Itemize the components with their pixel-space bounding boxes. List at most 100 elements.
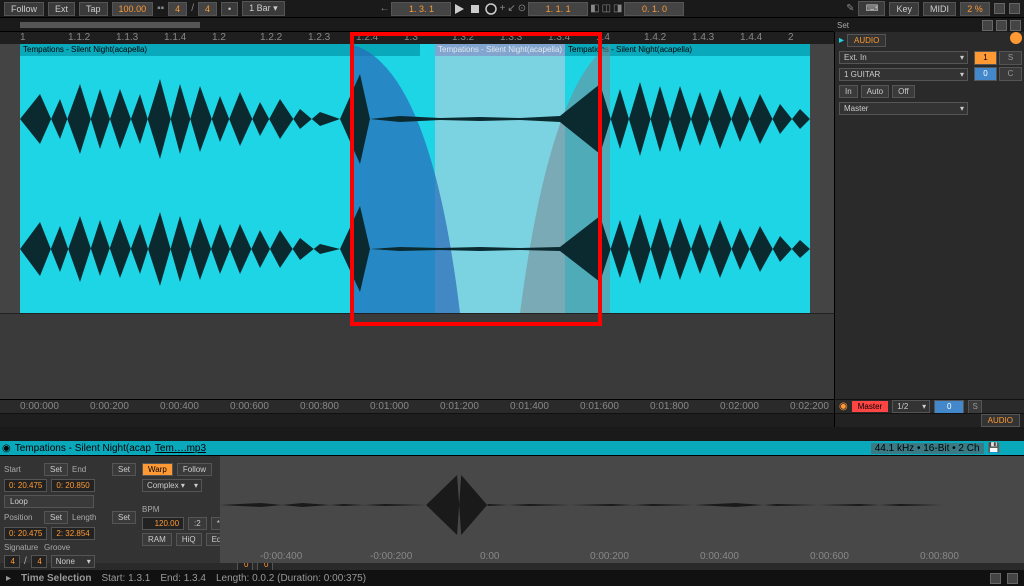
play-icon[interactable]: [453, 3, 465, 15]
nudge-down-icon[interactable]: ▪▪: [157, 3, 164, 14]
loop-toggle-icon[interactable]: ◫: [602, 3, 611, 14]
footer-strip: AUDIO: [835, 413, 1024, 427]
groove-dropdown[interactable]: None: [51, 555, 95, 568]
sample-waveform: [220, 470, 1024, 540]
track-play-icon[interactable]: ▸: [839, 35, 844, 46]
half-tempo-button[interactable]: :2: [188, 517, 207, 530]
arrangement-timeline[interactable]: 1 1.1.2 1.1.3 1.1.4 1.2 1.2.2 1.2.3 1.2.…: [0, 32, 834, 427]
loop-toggle[interactable]: Loop: [4, 495, 94, 508]
status-label: Time Selection: [21, 573, 91, 584]
ext-button[interactable]: Ext: [48, 2, 75, 16]
signature-label: Signature: [4, 543, 40, 552]
clip-detail-view: StartSetEndSet 0: 20.4750: 20.850 Loop P…: [0, 455, 1024, 563]
follow-button[interactable]: Follow: [4, 2, 44, 16]
end-set-button[interactable]: Set: [112, 463, 136, 476]
len-set-button[interactable]: Set: [112, 511, 136, 524]
clip-save-icon[interactable]: 💾: [988, 443, 1000, 454]
track-activator[interactable]: 1: [974, 51, 997, 65]
metronome-toggle[interactable]: •: [221, 2, 238, 16]
clip-file-link[interactable]: Tem….mp3: [155, 443, 206, 454]
master-output-dropdown[interactable]: 1/2: [892, 400, 930, 413]
monitor-off-button[interactable]: Off: [892, 85, 915, 98]
bar-ruler[interactable]: [0, 18, 834, 31]
start-set-button[interactable]: Set: [44, 463, 68, 476]
monitor-in-button[interactable]: In: [839, 85, 858, 98]
sig-denominator[interactable]: 4: [198, 2, 217, 16]
cpu-meter: 2 %: [960, 2, 990, 16]
sample-editor[interactable]: -0:00:400 -0:00:200 0:00 0:00:200 0:00:4…: [220, 456, 1024, 563]
reenable-auto-icon[interactable]: ⊙: [518, 3, 526, 14]
record-icon[interactable]: [485, 3, 497, 15]
master-volume[interactable]: 0: [934, 400, 964, 414]
automation-arm-icon[interactable]: ↙: [507, 3, 515, 14]
detail-view-divider[interactable]: [0, 427, 1024, 441]
clip-detail-name[interactable]: Tempations - Silent Night(acap: [15, 443, 151, 454]
waveform-channel-left: [0, 64, 810, 174]
bpm-label: BPM: [142, 505, 178, 514]
end-value[interactable]: 0: 20.850: [51, 479, 94, 492]
track-header-panel: ▸ AUDIO Ext. In 1 GUITAR In Auto Off Mas…: [834, 32, 1024, 427]
sig-den-value[interactable]: 4: [31, 555, 47, 568]
loop-position[interactable]: 1. 1. 1: [528, 2, 588, 16]
position-label: Position: [4, 513, 40, 522]
clip-audio-meta: 44.1 kHz • 16-Bit • 2 Ch: [871, 443, 984, 454]
hiq-toggle[interactable]: HiQ: [176, 533, 202, 546]
audio-track-lane[interactable]: Tempations - Silent Night(acapella) Temp…: [0, 44, 834, 314]
io-section-toggle-icon[interactable]: [982, 20, 993, 31]
loop-length[interactable]: 0. 1. 0: [624, 2, 684, 16]
solo-cue-button[interactable]: S: [968, 400, 982, 414]
monitor-auto-button[interactable]: Auto: [861, 85, 889, 98]
key-map-button[interactable]: Key: [889, 2, 919, 16]
arrangement-ruler-row: Set: [0, 18, 1024, 32]
start-value[interactable]: 0: 20.475: [4, 479, 47, 492]
sends-section-toggle-icon[interactable]: [996, 20, 1007, 31]
waveform-channel-right: [0, 194, 810, 304]
status-start: Start: 1.3.1: [101, 573, 150, 584]
punch-out-icon[interactable]: ◨: [613, 3, 622, 14]
track-title[interactable]: AUDIO: [847, 34, 886, 47]
overdub-icon[interactable]: +: [499, 3, 505, 14]
punch-in-icon[interactable]: ◧: [590, 3, 599, 14]
pos-set-button[interactable]: Set: [44, 511, 68, 524]
sample-time-ruler[interactable]: -0:00:400 -0:00:200 0:00 0:00:200 0:00:4…: [220, 551, 1024, 563]
master-stop-icon[interactable]: ◉: [839, 401, 848, 412]
time-ruler[interactable]: 0:00:000 0:00:200 0:00:400 0:00:600 0:00…: [0, 399, 834, 413]
clip-detail-play-icon[interactable]: ◉: [2, 443, 11, 454]
overview-scrollbar[interactable]: [20, 22, 200, 28]
midi-io-indicator: [1009, 3, 1020, 14]
solo-button[interactable]: S: [999, 51, 1022, 65]
sig-numerator[interactable]: 4: [168, 2, 187, 16]
tempo-field[interactable]: 100.00: [112, 2, 154, 16]
midi-map-button[interactable]: MIDI: [923, 2, 956, 16]
input-channel-dropdown[interactable]: 1 GUITAR: [839, 68, 968, 81]
set-header: Set: [834, 18, 1024, 32]
mixer-section-toggle-icon[interactable]: [1010, 20, 1021, 31]
output-dropdown[interactable]: Master: [839, 102, 968, 115]
top-toolbar: Follow Ext Tap 100.00 ▪▪ 4 / 4 • 1 Bar ▾…: [0, 0, 1024, 18]
quantize-menu[interactable]: 1 Bar ▾: [242, 1, 285, 16]
hdd-overload-icon: [994, 3, 1005, 14]
sig-num-value[interactable]: 4: [4, 555, 20, 568]
ram-toggle[interactable]: RAM: [142, 533, 172, 546]
tap-button[interactable]: Tap: [79, 2, 108, 16]
computer-midi-icon[interactable]: ⌨: [858, 1, 885, 16]
master-label[interactable]: Master: [852, 401, 888, 412]
bpm-value[interactable]: 120.00: [142, 517, 184, 530]
crossfade-button[interactable]: C: [999, 67, 1022, 81]
start-label: Start: [4, 465, 40, 474]
midi-indicator-icon: [990, 573, 1001, 584]
arm-button[interactable]: 0: [974, 67, 997, 81]
stop-icon[interactable]: [469, 3, 481, 15]
input-type-dropdown[interactable]: Ext. In: [839, 51, 968, 64]
follow-toggle[interactable]: Follow: [177, 463, 212, 476]
session-view-icon[interactable]: [1010, 32, 1022, 44]
position-value[interactable]: 0: 20.475: [4, 527, 47, 540]
length-value[interactable]: 2: 32.854: [51, 527, 94, 540]
detail-toggle-icon[interactable]: ▸: [6, 573, 11, 584]
beat-ruler[interactable]: 1 1.1.2 1.1.3 1.1.4 1.2 1.2.2 1.2.3 1.2.…: [0, 32, 834, 44]
warp-toggle[interactable]: Warp: [142, 463, 173, 476]
draw-mode-icon[interactable]: ✎: [846, 3, 854, 14]
warp-mode-dropdown[interactable]: Complex ▾: [142, 479, 202, 492]
transport-position[interactable]: 1. 3. 1: [391, 2, 451, 16]
nudge-back-icon[interactable]: ←: [379, 3, 389, 14]
